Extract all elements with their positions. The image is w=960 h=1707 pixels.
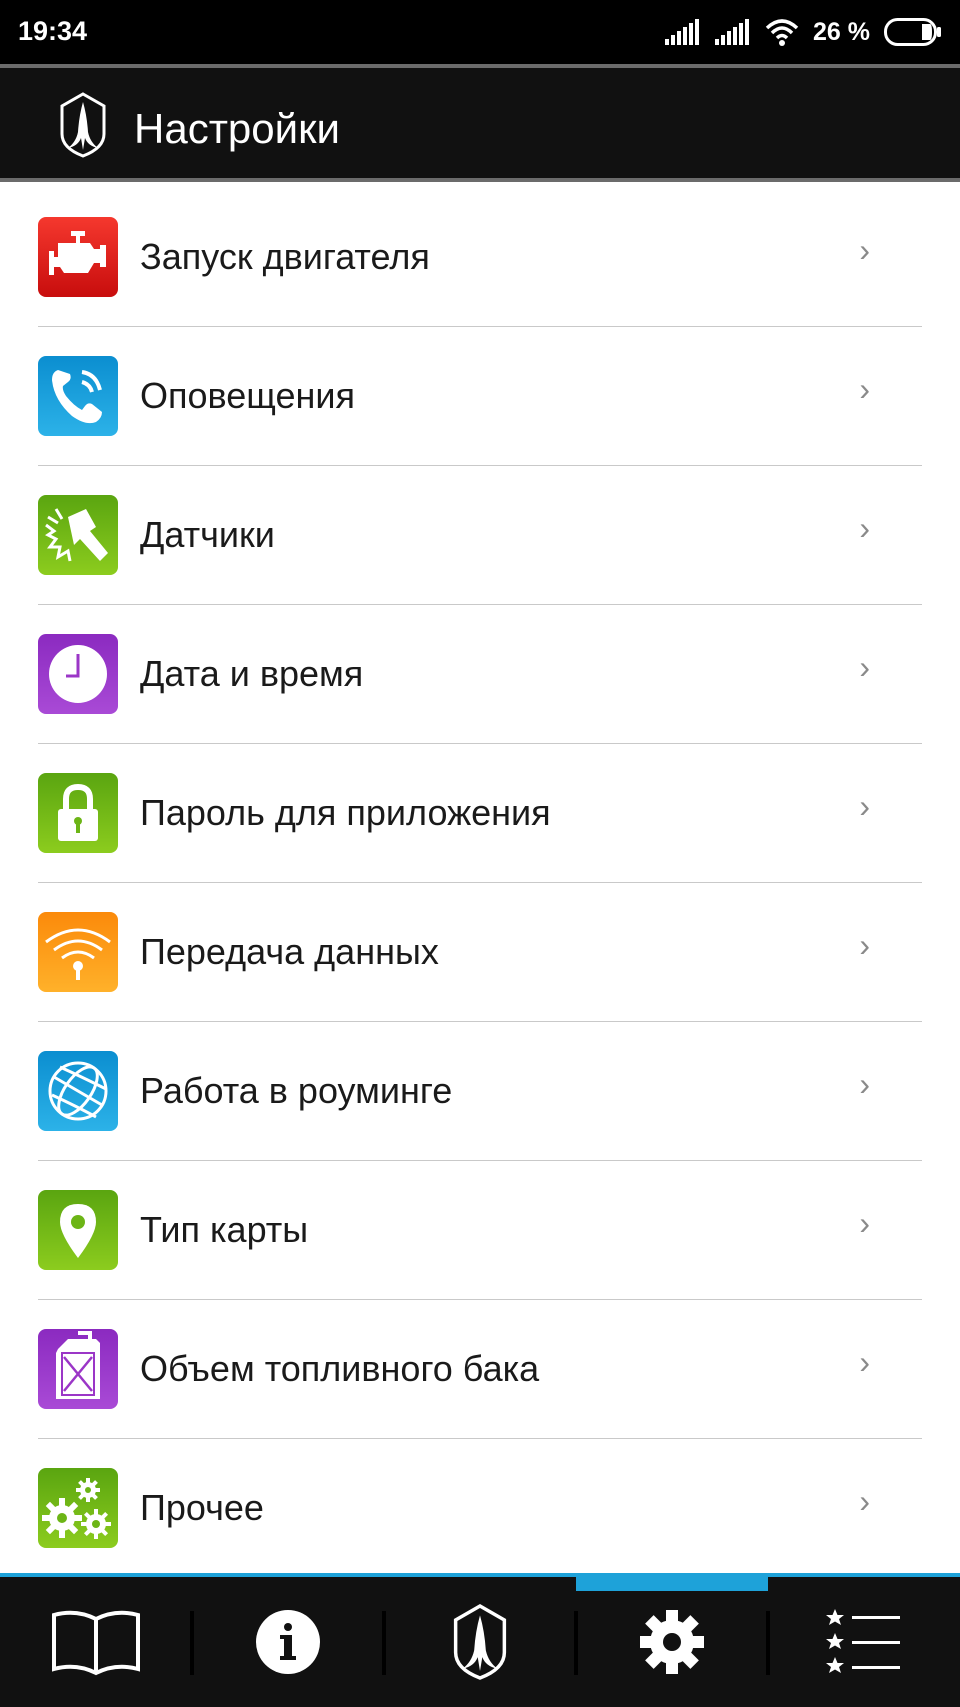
- chevron-right-icon: ›: [859, 649, 870, 685]
- info-icon: [256, 1610, 320, 1674]
- map-pin-icon: [38, 1190, 118, 1270]
- item-label: Дата и время: [140, 653, 364, 694]
- app-bar: Настройки: [0, 64, 960, 182]
- item-label: Пароль для приложения: [140, 792, 551, 833]
- clock-icon: [38, 634, 118, 714]
- gear-icon: [640, 1610, 704, 1674]
- settings-item-engine-start[interactable]: Запуск двигателя ›: [0, 188, 960, 327]
- sensors-icon: [38, 495, 118, 575]
- nav-favorites[interactable]: [768, 1577, 960, 1707]
- settings-item-date-time[interactable]: Дата и время ›: [0, 605, 960, 744]
- settings-item-other[interactable]: Прочее ›: [0, 1439, 960, 1578]
- fuel-canister-icon: [38, 1329, 118, 1409]
- settings-item-roaming[interactable]: Работа в роуминге ›: [0, 1022, 960, 1161]
- chevron-right-icon: ›: [859, 510, 870, 546]
- chevron-right-icon: ›: [859, 371, 870, 407]
- wifi-icon: [765, 19, 799, 46]
- chevron-right-icon: ›: [859, 232, 870, 268]
- brand-logo-icon: [60, 92, 106, 158]
- book-icon: [52, 1610, 140, 1676]
- settings-list: Запуск двигателя › Оповещения › Датчики …: [0, 188, 960, 1578]
- status-time: 19:34: [18, 16, 88, 46]
- item-label: Передача данных: [140, 931, 439, 972]
- item-label: Объем топливного бака: [140, 1348, 540, 1389]
- chevron-right-icon: ›: [859, 1483, 870, 1519]
- item-label: Датчики: [140, 514, 275, 555]
- item-label: Тип карты: [140, 1209, 309, 1250]
- signal-icon: [665, 19, 700, 45]
- settings-item-notifications[interactable]: Оповещения ›: [0, 327, 960, 466]
- lock-icon: [38, 773, 118, 853]
- settings-item-map-type[interactable]: Тип карты ›: [0, 1161, 960, 1300]
- nav-info[interactable]: [192, 1577, 384, 1707]
- globe-icon: [38, 1051, 118, 1131]
- settings-item-sensors[interactable]: Датчики ›: [0, 466, 960, 605]
- nav-manual[interactable]: [0, 1577, 192, 1707]
- status-bar: 19:34 26 %: [0, 0, 960, 64]
- page-title: Настройки: [134, 105, 340, 152]
- chevron-right-icon: ›: [859, 788, 870, 824]
- battery-icon: [884, 18, 941, 46]
- item-label: Запуск двигателя: [140, 236, 430, 277]
- bottom-nav: [0, 1573, 960, 1707]
- item-label: Работа в роуминге: [140, 1070, 453, 1111]
- phone-icon: [38, 356, 118, 436]
- item-label: Оповещения: [140, 375, 355, 416]
- nav-settings[interactable]: [576, 1577, 768, 1707]
- gears-icon: [38, 1468, 118, 1548]
- wifi-icon: [38, 912, 118, 992]
- status-icons: 26 %: [665, 14, 942, 50]
- engine-icon: [38, 217, 118, 297]
- settings-item-app-password[interactable]: Пароль для приложения ›: [0, 744, 960, 883]
- battery-percent: 26 %: [813, 17, 870, 46]
- nav-home[interactable]: [384, 1577, 576, 1707]
- favorites-list-icon: [826, 1609, 900, 1673]
- item-label: Прочее: [140, 1487, 264, 1528]
- chevron-right-icon: ›: [859, 1066, 870, 1102]
- chevron-right-icon: ›: [859, 1344, 870, 1380]
- chevron-right-icon: ›: [859, 927, 870, 963]
- chevron-right-icon: ›: [859, 1205, 870, 1241]
- brand-logo-icon: [453, 1604, 507, 1680]
- settings-item-fuel-tank[interactable]: Объем топливного бака ›: [0, 1300, 960, 1439]
- signal-icon: [715, 19, 750, 45]
- settings-item-data-transfer[interactable]: Передача данных ›: [0, 883, 960, 1022]
